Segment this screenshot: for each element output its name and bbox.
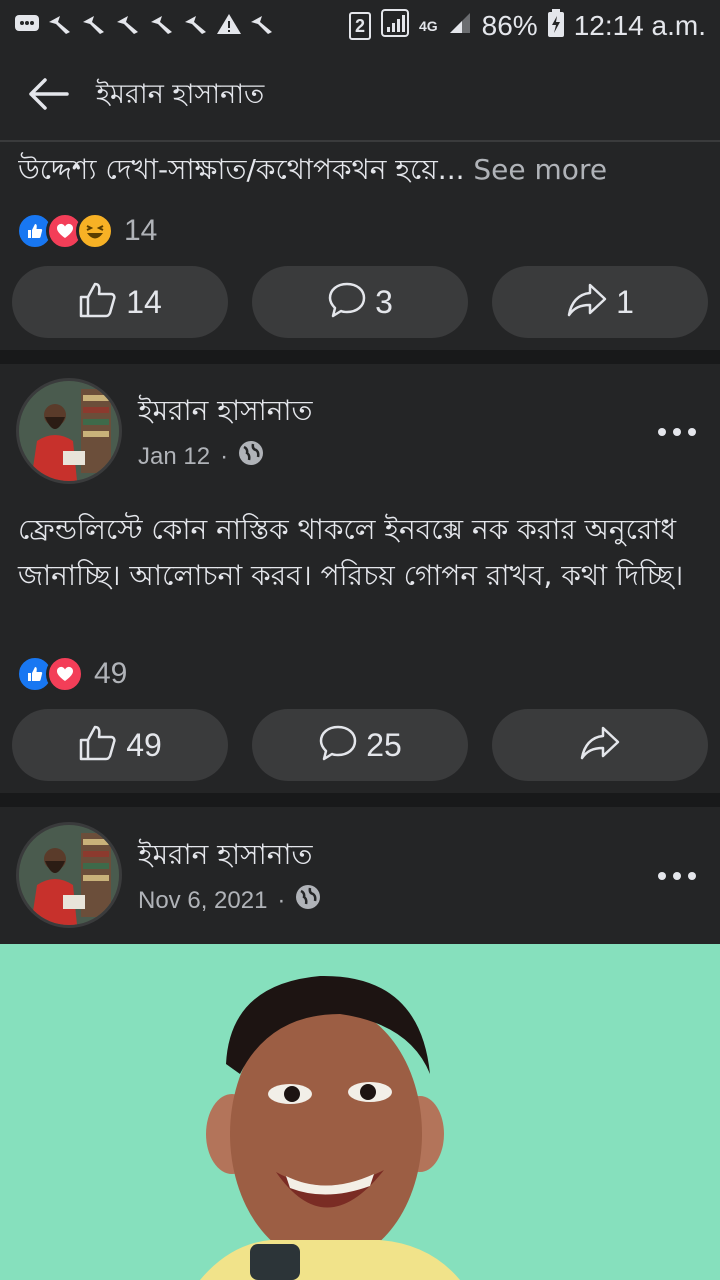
comment-icon	[318, 724, 358, 766]
avatar[interactable]	[16, 378, 122, 484]
see-more-link[interactable]: See more	[473, 153, 607, 186]
signal-icon	[380, 8, 409, 44]
network-type: 4G	[418, 18, 438, 34]
carrier-icon	[46, 12, 74, 40]
post-text-truncated: উদ্দেশ্য দেখা-সাক্ষাত/কথোপকথন হয়ে... Se…	[18, 150, 708, 190]
thumbs-up-icon	[78, 281, 118, 323]
like-count: 49	[126, 726, 162, 763]
share-icon	[566, 282, 608, 322]
comment-count: 3	[375, 283, 393, 320]
reaction-count: 49	[94, 657, 128, 690]
avatar[interactable]	[16, 822, 122, 928]
meta-separator: ·	[220, 442, 229, 470]
meta-separator: ·	[277, 886, 286, 914]
post-header: ইমরান হাসানাত Jan 12 ·	[16, 376, 706, 486]
share-button[interactable]: 1	[492, 266, 708, 338]
reaction-summary[interactable]: 49	[16, 655, 127, 693]
more-icon	[657, 866, 697, 885]
carrier-icon	[182, 12, 210, 40]
warning-icon	[216, 12, 242, 40]
back-arrow-icon	[27, 78, 69, 114]
post-date-row: Nov 6, 2021 ·	[138, 884, 321, 917]
haha-reaction-icon	[76, 212, 114, 250]
comment-button[interactable]: 3	[252, 266, 468, 338]
more-icon	[657, 422, 697, 441]
share-icon	[579, 725, 621, 765]
battery-icon	[547, 8, 564, 44]
battery-level: 86%	[481, 10, 538, 41]
carrier-icon	[248, 12, 276, 40]
post-text: উদ্দেশ্য দেখা-সাক্ষাত/কথোপকথন হয়ে...	[18, 153, 465, 186]
post-author[interactable]: ইমরান হাসানাত	[138, 389, 313, 436]
top-app-bar: ইমরান হাসানাত	[0, 52, 720, 142]
profile-title: ইমরান হাসানাত	[96, 78, 265, 110]
post-divider	[0, 350, 720, 364]
sim-badge: 2	[348, 12, 371, 40]
clock: 12:14 a.m.	[573, 10, 706, 41]
like-count: 14	[126, 283, 162, 320]
comment-icon	[327, 281, 367, 323]
post-meta: ইমরান হাসানাত Jan 12 ·	[138, 389, 313, 473]
carrier-icon	[80, 12, 108, 40]
thumbs-up-icon	[78, 724, 118, 766]
like-button[interactable]: 14	[12, 266, 228, 338]
share-count: 1	[616, 283, 634, 320]
post-header: ইমরান হাসানাত Nov 6, 2021 ·	[16, 820, 706, 930]
post-actions: 14 3 1	[12, 266, 708, 338]
post-meta: ইমরান হাসানাত Nov 6, 2021 ·	[138, 833, 321, 917]
signal-bars-icon	[448, 10, 472, 42]
post-date-row: Jan 12 ·	[138, 440, 313, 473]
post-text: ফ্রেন্ডলিস্টে কোন নাস্তিক থাকলে ইনবক্সে …	[18, 513, 684, 592]
post-author[interactable]: ইমরান হাসানাত	[138, 833, 321, 880]
back-button[interactable]	[0, 51, 96, 141]
post-actions: 49 25	[12, 709, 708, 781]
like-button[interactable]: 49	[12, 709, 228, 781]
reaction-summary[interactable]: 14	[16, 212, 157, 250]
love-reaction-icon	[46, 655, 84, 693]
carrier-icon	[148, 12, 176, 40]
reaction-count: 14	[124, 214, 158, 247]
comment-button[interactable]: 25	[252, 709, 468, 781]
comment-count: 25	[366, 726, 402, 763]
post-date[interactable]: Jan 12	[138, 443, 210, 471]
status-bar: 2 4G 86% 12:14 a.m.	[0, 0, 720, 52]
post-divider	[0, 793, 720, 807]
globe-icon	[238, 440, 264, 473]
post-photo[interactable]	[0, 944, 720, 1280]
notification-icons	[14, 12, 276, 40]
globe-icon	[295, 884, 321, 917]
message-icon	[14, 13, 40, 39]
share-button[interactable]	[492, 709, 708, 781]
more-options-button[interactable]	[652, 406, 702, 456]
system-indicators: 2 4G 86% 12:14 a.m.	[348, 8, 706, 44]
more-options-button[interactable]	[652, 850, 702, 900]
carrier-icon	[114, 12, 142, 40]
post-date[interactable]: Nov 6, 2021	[138, 887, 267, 915]
